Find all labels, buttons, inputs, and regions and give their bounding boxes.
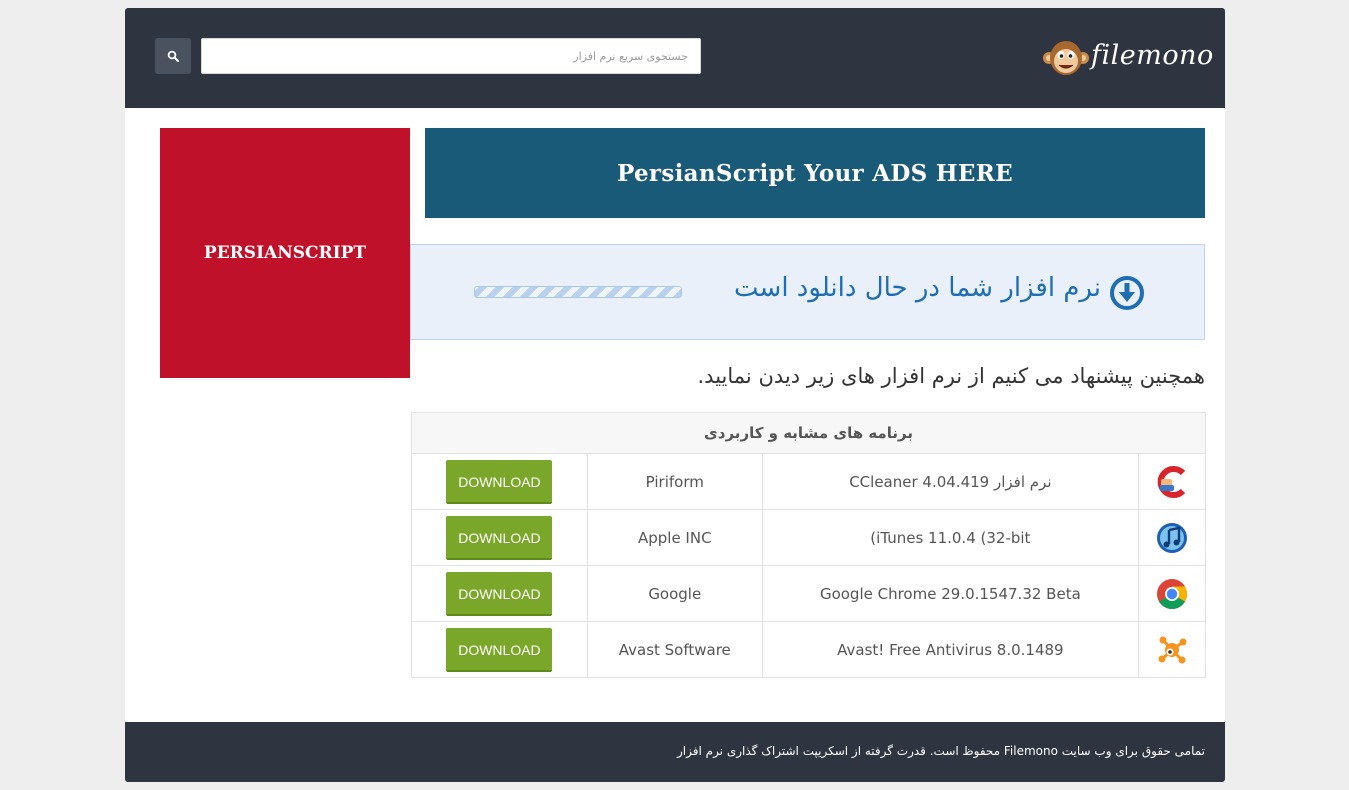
publisher-cell: Apple INC — [586, 509, 763, 566]
side-ad-label: PERSIANSCRIPT — [203, 243, 367, 263]
table-header: برنامه های مشابه و کاربردی — [411, 412, 1206, 454]
monkey-logo-icon — [1043, 41, 1089, 75]
software-name: Google Chrome 29.0.1547.32 Beta — [819, 584, 1081, 603]
download-cell: DOWNLOAD — [411, 453, 588, 510]
publisher-cell: Piriform — [586, 453, 763, 510]
download-status-box: نرم افزار شما در حال دانلود است — [410, 244, 1205, 340]
table-row: (iTunes 11.0.4 (32-bit Apple INC DOWNLOA… — [411, 509, 1206, 566]
banner-ad[interactable]: PersianScript Your ADS HERE — [425, 128, 1205, 218]
icon-cell — [1138, 565, 1206, 622]
search-icon — [167, 50, 179, 62]
publisher-name: Piriform — [645, 472, 704, 491]
icon-cell — [1138, 509, 1206, 566]
software-name: نرم افزار CCleaner 4.04.419 — [849, 472, 1052, 491]
search-button[interactable] — [155, 38, 191, 74]
search-input[interactable] — [201, 38, 701, 74]
download-status-text: نرم افزار شما در حال دانلود است — [734, 273, 1101, 303]
download-cell: DOWNLOAD — [411, 621, 588, 678]
software-name-cell: Avast! Free Antivirus 8.0.1489 — [761, 621, 1140, 678]
publisher-name: Google — [648, 584, 702, 603]
publisher-name: Apple INC — [637, 528, 712, 547]
table-row: Google Chrome 29.0.1547.32 Beta Google D… — [411, 565, 1206, 622]
download-cell: DOWNLOAD — [411, 509, 588, 566]
header: filemono — [125, 8, 1225, 108]
table-row: نرم افزار CCleaner 4.04.419 Piriform DOW… — [411, 453, 1206, 510]
icon-cell — [1138, 621, 1206, 678]
page-container: filemono PERSIANSCRIPT PersianScript You… — [125, 8, 1225, 782]
download-cell: DOWNLOAD — [411, 565, 588, 622]
download-circle-icon — [1110, 276, 1144, 310]
side-ad[interactable]: PERSIANSCRIPT — [160, 128, 410, 378]
table-row: Avast! Free Antivirus 8.0.1489 Avast Sof… — [411, 621, 1206, 678]
publisher-cell: Avast Software — [586, 621, 763, 678]
download-button[interactable]: DOWNLOAD — [446, 571, 553, 616]
software-name: Avast! Free Antivirus 8.0.1489 — [837, 640, 1064, 659]
avast-icon — [1158, 636, 1187, 663]
itunes-icon — [1157, 522, 1188, 553]
download-button[interactable]: DOWNLOAD — [446, 459, 553, 504]
software-name-cell: نرم افزار CCleaner 4.04.419 — [761, 453, 1140, 510]
software-name-cell: Google Chrome 29.0.1547.32 Beta — [761, 565, 1140, 622]
logo[interactable]: filemono — [1043, 36, 1213, 80]
software-table: برنامه های مشابه و کاربردی نرم افزار CCl… — [411, 412, 1206, 678]
publisher-cell: Google — [586, 565, 763, 622]
download-progress-fill — [475, 287, 681, 297]
logo-text: filemono — [1091, 40, 1214, 71]
download-progress-bar — [474, 286, 682, 298]
ccleaner-icon — [1157, 465, 1186, 498]
footer-copyright: تمامی حقوق برای وب سایت Filemono محفوظ ا… — [677, 744, 1205, 758]
footer: تمامی حقوق برای وب سایت Filemono محفوظ ا… — [125, 722, 1225, 782]
chrome-icon — [1157, 578, 1188, 609]
publisher-name: Avast Software — [618, 640, 731, 659]
download-button[interactable]: DOWNLOAD — [446, 627, 553, 672]
icon-cell — [1138, 453, 1206, 510]
download-button[interactable]: DOWNLOAD — [446, 515, 553, 560]
suggestion-text: همچنین پیشنهاد می کنیم از نرم افزار های … — [697, 364, 1206, 388]
software-name-cell: (iTunes 11.0.4 (32-bit — [761, 509, 1140, 566]
software-name: (iTunes 11.0.4 (32-bit — [870, 528, 1031, 547]
banner-ad-label: PersianScript Your ADS HERE — [617, 159, 1013, 187]
